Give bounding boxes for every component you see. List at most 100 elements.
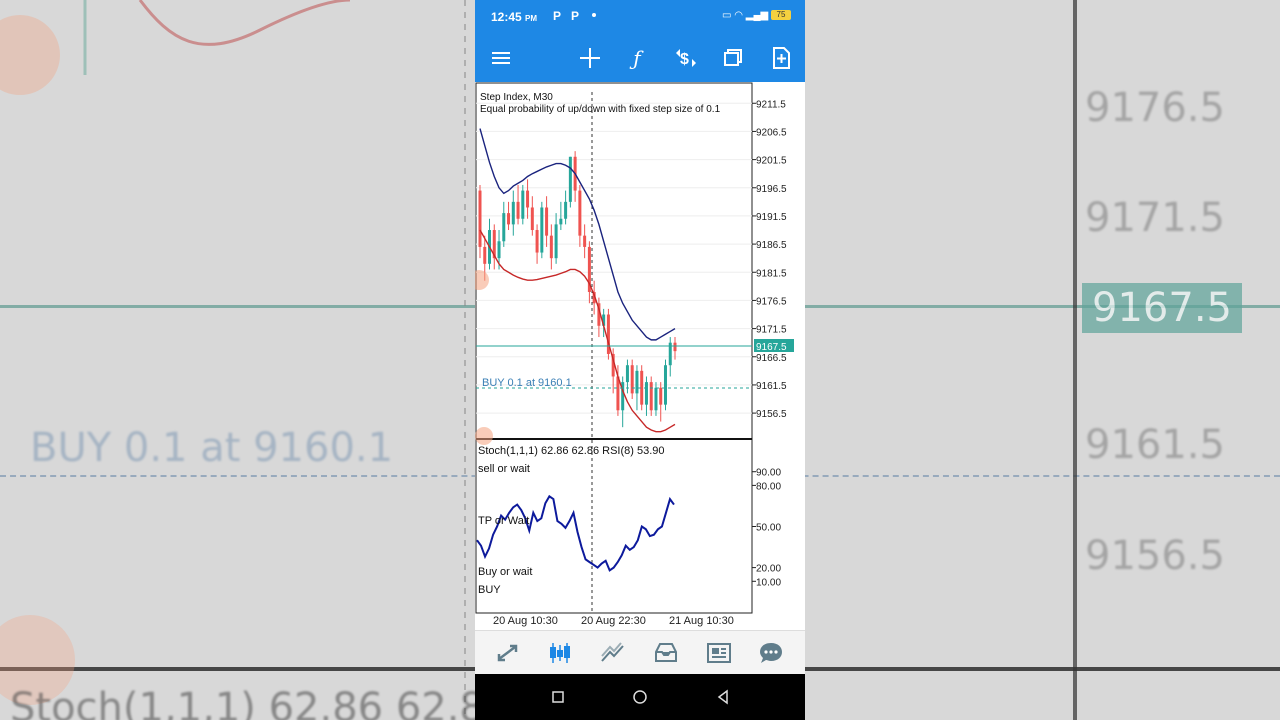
system-icons: ▭ ◠ ▂▄▆ 75 [722, 10, 791, 21]
battery-icon: 75 [771, 10, 791, 21]
candle-body [630, 365, 634, 394]
menu-icon[interactable] [487, 44, 515, 72]
bottom-navigation [475, 630, 805, 675]
candle-body [649, 382, 653, 411]
quotes-icon[interactable] [494, 639, 522, 667]
indicator-tick-label: 10.00 [756, 577, 781, 588]
zone-label: TP or Wait [478, 515, 529, 527]
candle-body [535, 230, 539, 253]
bg-axis-line [1073, 0, 1077, 720]
new-order-icon[interactable] [767, 44, 795, 72]
drag-handle [475, 427, 493, 445]
price-tick-label: 9206.5 [756, 127, 787, 138]
candle-body [478, 190, 482, 247]
indicator-tick-label: 50.00 [756, 523, 781, 534]
chart-icon[interactable] [546, 639, 574, 667]
price-tick-label: 9161.5 [756, 381, 787, 392]
candle-body [635, 370, 639, 394]
cast-icon: ▭ [722, 10, 732, 21]
wifi-icon: ◠ [734, 10, 743, 21]
candle-body [578, 190, 582, 236]
candle-body [554, 224, 558, 259]
candle-body [483, 246, 487, 264]
candle-body [568, 156, 572, 202]
bg-label: 9171.5 [1085, 195, 1225, 241]
price-tick-label: 9186.5 [756, 240, 787, 251]
candle-body [564, 201, 568, 219]
candle-body [663, 365, 667, 405]
candle-body [521, 190, 525, 219]
candle-body [673, 342, 677, 352]
bg-curve [0, 0, 466, 720]
candle-body [497, 241, 501, 259]
notification-p-icon: P [553, 9, 562, 23]
chart-subtitle: Equal probability of up/down with fixed … [480, 104, 721, 115]
symbol-icon[interactable]: $ [672, 44, 700, 72]
notification-dot-icon [592, 13, 596, 17]
windows-icon[interactable] [719, 44, 747, 72]
bg-price-tag: 9167.5 [1082, 283, 1242, 333]
price-tick-label: 9171.5 [756, 325, 787, 336]
phone-screen: 12:45 PM P P ▭ ◠ ▂▄▆ 75 ƒ $ BUY 0.1 at 9… [475, 0, 805, 720]
price-tick-label: 9166.5 [756, 353, 787, 364]
system-navigation-bar [475, 674, 805, 720]
toolbar: ƒ $ [475, 34, 805, 82]
candle-body [625, 365, 629, 383]
bg-label: 9156.5 [1085, 533, 1225, 579]
status-time: 12:45 [491, 10, 522, 24]
history-icon[interactable] [652, 639, 680, 667]
time-label: 20 Aug 10:30 [493, 615, 558, 627]
price-tick-label: 9211.5 [756, 99, 786, 110]
time-label: 20 Aug 22:30 [581, 615, 646, 627]
bg-label: 9176.5 [1085, 85, 1225, 131]
zone-label: Buy or wait [478, 566, 532, 578]
messages-icon[interactable] [757, 639, 785, 667]
notification-p-icon: P [571, 9, 580, 23]
candle-body [511, 201, 515, 225]
price-tick-label: 9196.5 [756, 184, 787, 195]
price-tick-label: 9191.5 [756, 212, 787, 223]
chart-area[interactable]: BUY 0.1 at 9160.1 Step Index, M30 Equal … [475, 82, 805, 630]
bg-indicator-label: Stoch(1,1,1) 62.86 62.8 [10, 685, 485, 720]
svg-text:$: $ [680, 51, 689, 68]
indicator-tick-label: 80.00 [756, 481, 781, 492]
indicator-header: Stoch(1,1,1) 62.86 62.86 RSI(8) 53.90 [478, 445, 665, 457]
candle-body [526, 190, 530, 208]
candle-body [659, 387, 663, 405]
price-tick-label: 9176.5 [756, 296, 787, 307]
candle-body [644, 382, 648, 405]
zone-label: BUY [478, 584, 501, 596]
price-tick-label: 9181.5 [756, 268, 787, 279]
candle-body [545, 207, 549, 236]
price-tick-label: 9201.5 [756, 156, 787, 167]
current-price-label: 9167.5 [756, 342, 787, 353]
status-ampm: PM [525, 14, 538, 23]
crosshair-icon[interactable] [576, 44, 604, 72]
zone-label: sell or wait [478, 463, 530, 475]
back-icon[interactable] [711, 685, 735, 709]
chart-frame [475, 82, 753, 614]
bg-label: 9161.5 [1085, 422, 1225, 468]
signal-icon: ▂▄▆ [745, 10, 769, 21]
bg-buy-label: BUY 0.1 at 9160.1 [30, 425, 394, 471]
indicators-icon[interactable]: ƒ [623, 44, 651, 72]
news-icon[interactable] [705, 639, 733, 667]
candle-body [559, 218, 563, 225]
candle-body [540, 207, 544, 253]
recents-icon[interactable] [546, 685, 570, 709]
price-tick-label: 9156.5 [756, 409, 787, 420]
price-chart[interactable]: BUY 0.1 at 9160.1 Step Index, M30 Equal … [475, 82, 805, 630]
candle-body [583, 235, 587, 247]
indicator-tick-label: 90.00 [756, 468, 781, 479]
time-label: 21 Aug 10:30 [669, 615, 734, 627]
home-icon[interactable] [628, 685, 652, 709]
buy-order-label[interactable]: BUY 0.1 at 9160.1 [482, 377, 572, 389]
status-bar: 12:45 PM P P ▭ ◠ ▂▄▆ 75 [475, 0, 805, 34]
candle-body [654, 387, 658, 411]
indicator-tick-label: 20.00 [756, 564, 781, 575]
trade-icon[interactable] [599, 639, 627, 667]
candle-body [502, 213, 506, 242]
candle-body [549, 235, 553, 259]
chart-title: Step Index, M30 [480, 92, 553, 103]
candle-body [507, 213, 511, 225]
